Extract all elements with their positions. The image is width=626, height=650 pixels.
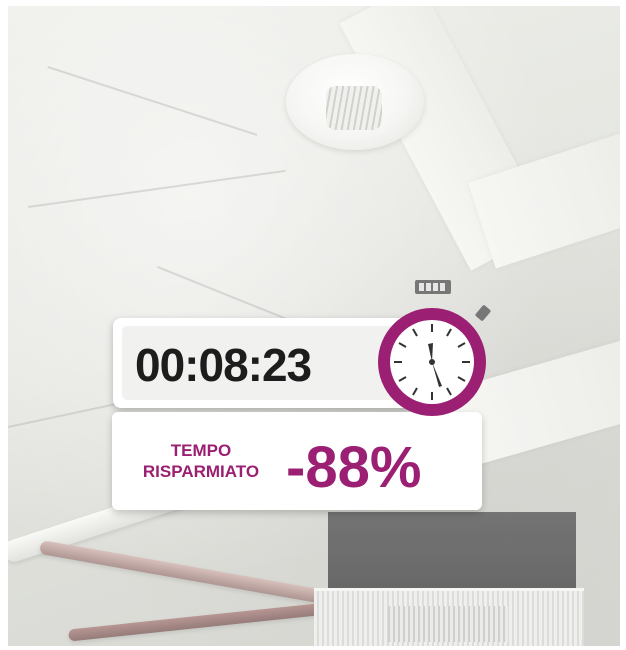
timer-value: 00:08:23 [135, 339, 312, 391]
savings-label-line2: RISPARMIATO [142, 462, 260, 481]
savings-value: -88% [286, 435, 422, 500]
savings-label: TEMPO RISPARMIATO [116, 440, 286, 482]
stopwatch-button [475, 305, 491, 321]
stopwatch-icon [378, 280, 491, 416]
savings-label-line1: TEMPO [170, 441, 232, 460]
